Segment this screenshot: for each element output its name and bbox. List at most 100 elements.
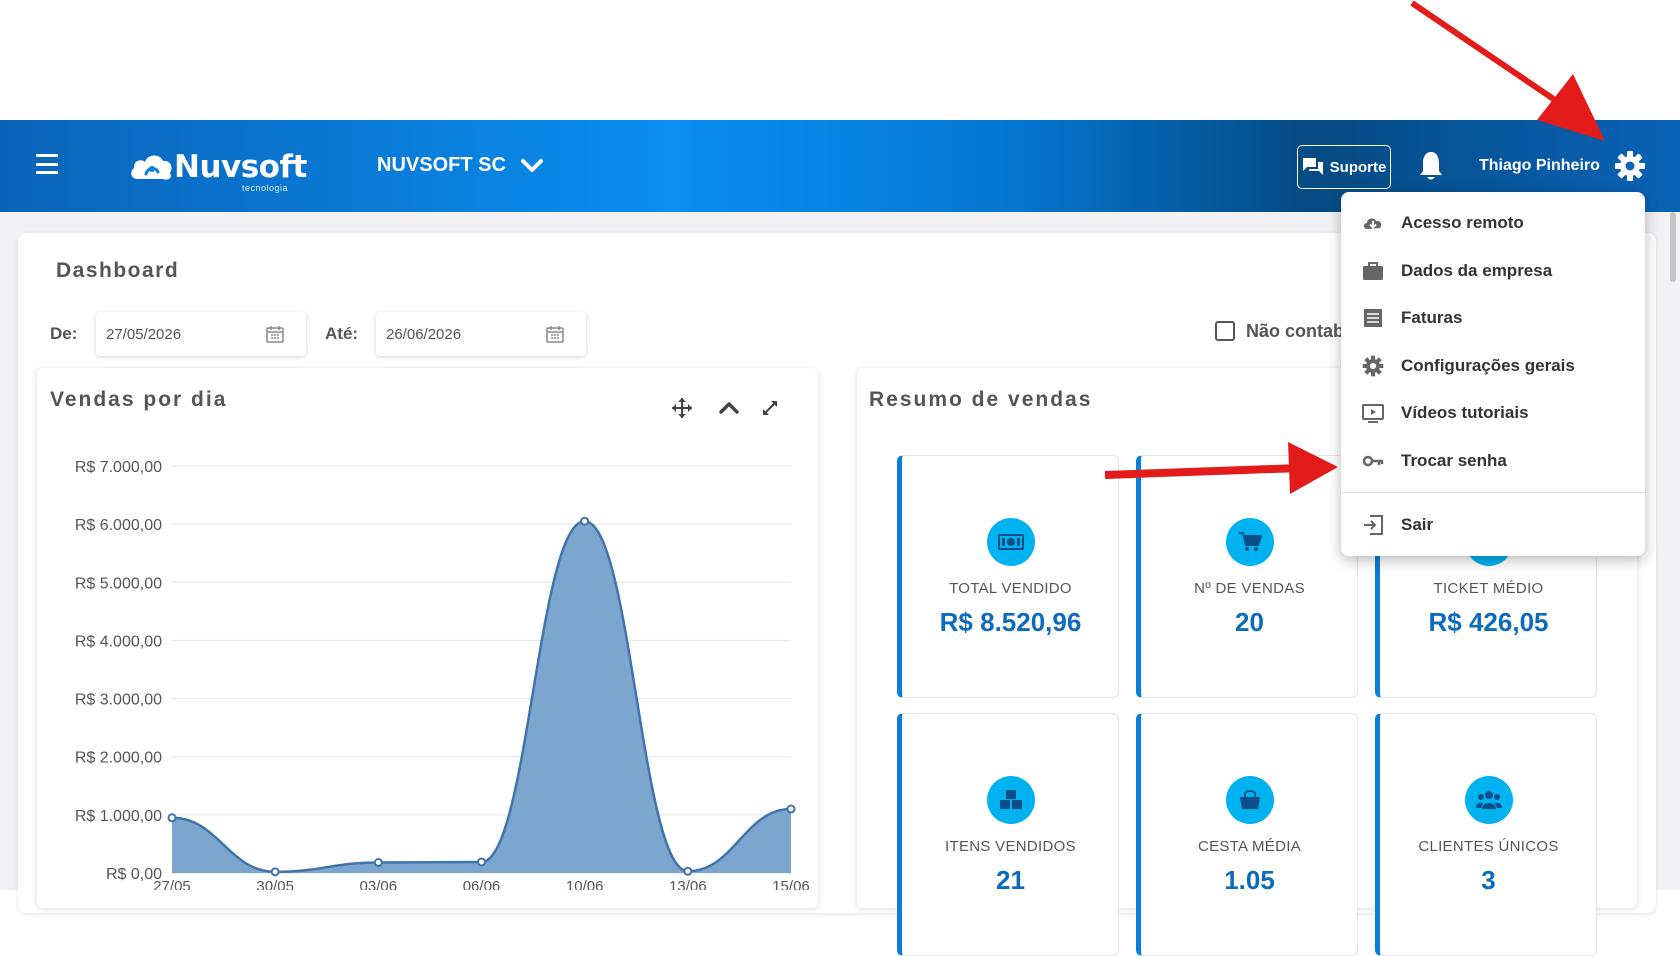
stat-label: CLIENTES ÚNICOS bbox=[1418, 838, 1559, 855]
company-name: NUVSOFT SC bbox=[377, 154, 506, 176]
menu-item-trocar-senha[interactable]: Trocar senha bbox=[1341, 441, 1645, 481]
gear-icon bbox=[1362, 355, 1384, 377]
x-tick-label: 10/06 bbox=[566, 878, 604, 890]
x-tick-label: 03/06 bbox=[360, 878, 398, 890]
stat-value: 20 bbox=[1235, 607, 1264, 637]
y-tick-label: R$ 1.000,00 bbox=[75, 808, 162, 825]
page-scrollbar[interactable] bbox=[1670, 212, 1676, 282]
stat-label: TOTAL VENDIDO bbox=[949, 580, 1072, 597]
users-icon bbox=[1465, 776, 1513, 824]
stat-value: R$ 426,05 bbox=[1428, 607, 1549, 637]
menu-item-label: Faturas bbox=[1401, 308, 1463, 327]
page-title: Dashboard bbox=[56, 259, 180, 282]
area-line bbox=[171, 519, 792, 874]
stat-label: CESTA MÉDIA bbox=[1197, 838, 1302, 855]
support-button[interactable]: Suporte bbox=[1297, 145, 1391, 189]
nao-contab-checkbox[interactable] bbox=[1215, 321, 1235, 341]
chat-icon bbox=[1302, 158, 1323, 175]
y-tick-label: R$ 6.000,00 bbox=[75, 517, 162, 534]
menu-item-faturas[interactable]: Faturas bbox=[1341, 298, 1645, 338]
stat-card-cesta-media[interactable]: CESTA MÉDIA 1.05 bbox=[1136, 713, 1358, 956]
y-tick-label: R$ 2.000,00 bbox=[75, 750, 162, 767]
x-tick-label: 15/06 bbox=[772, 878, 810, 890]
data-point bbox=[786, 804, 796, 814]
nuvsoft-logo[interactable]: Nuvsoft tecnologia bbox=[128, 142, 307, 193]
menu-item-label: Sair bbox=[1401, 515, 1434, 534]
stat-card-numero-vendas[interactable]: Nº DE VENDAS 20 bbox=[1136, 455, 1358, 698]
nao-contab-label: Não contab bbox=[1246, 321, 1345, 341]
from-date-label: De: bbox=[50, 324, 78, 343]
menu-item-sair[interactable]: Sair bbox=[1341, 505, 1645, 545]
menu-item-label: Acesso remoto bbox=[1401, 213, 1524, 232]
settings-gear-icon[interactable] bbox=[1614, 150, 1646, 182]
logo-text: Nuvsoft bbox=[174, 148, 307, 185]
stat-card-clientes-unicos[interactable]: CLIENTES ÚNICOS 3 bbox=[1375, 713, 1597, 956]
stat-label: TICKET MÉDIO bbox=[1433, 580, 1544, 597]
user-name[interactable]: Thiago Pinheiro bbox=[1479, 157, 1600, 175]
x-tick-label: 06/06 bbox=[463, 878, 501, 890]
cloud-logo-icon bbox=[131, 155, 172, 180]
from-date-input[interactable]: 27/05/2026 bbox=[96, 312, 306, 356]
stat-label: Nº DE VENDAS bbox=[1194, 580, 1305, 597]
hamburger-menu-icon[interactable] bbox=[36, 154, 58, 174]
cart-icon bbox=[1226, 518, 1274, 566]
x-tick-label: 30/05 bbox=[256, 878, 294, 890]
data-point bbox=[167, 813, 177, 823]
to-date-input[interactable]: 26/06/2026 bbox=[376, 312, 586, 356]
data-point bbox=[477, 857, 486, 867]
basket-icon bbox=[1226, 776, 1274, 824]
calendar-icon[interactable] bbox=[546, 325, 564, 343]
key-icon bbox=[1362, 455, 1384, 467]
stat-card-total-vendido[interactable]: TOTAL VENDIDO R$ 8.520,96 bbox=[897, 455, 1119, 698]
y-tick-label: R$ 4.000,00 bbox=[75, 633, 162, 650]
data-point bbox=[270, 867, 280, 877]
settings-dropdown-menu: Acesso remoto Dados da empresa Faturas C… bbox=[1341, 192, 1645, 556]
invoice-icon bbox=[1364, 309, 1382, 327]
y-tick-label: R$ 7.000,00 bbox=[75, 459, 162, 476]
stat-value: R$ 8.520,96 bbox=[939, 607, 1082, 637]
y-tick-label: R$ 3.000,00 bbox=[75, 692, 162, 709]
sales-chart-title: Vendas por dia bbox=[50, 388, 228, 411]
stat-value: 1.05 bbox=[1224, 865, 1275, 895]
chevron-down-icon bbox=[520, 158, 543, 172]
logo-subtext: tecnologia bbox=[242, 183, 289, 193]
data-point bbox=[683, 866, 693, 876]
cloud-download-icon bbox=[1364, 218, 1382, 229]
expand-icon[interactable] bbox=[759, 397, 781, 419]
stat-value: 3 bbox=[1481, 865, 1496, 895]
calendar-icon[interactable] bbox=[266, 325, 284, 343]
collapse-icon[interactable] bbox=[718, 397, 740, 419]
x-tick-label: 27/05 bbox=[153, 878, 191, 890]
to-date-label: Até: bbox=[325, 324, 359, 343]
area-fill bbox=[172, 521, 791, 873]
y-tick-label: R$ 5.000,00 bbox=[75, 575, 162, 592]
boxes-icon bbox=[987, 776, 1035, 824]
logout-icon bbox=[1364, 515, 1383, 535]
video-icon bbox=[1362, 404, 1384, 423]
support-label: Suporte bbox=[1329, 158, 1387, 176]
data-point bbox=[373, 858, 383, 868]
menu-item-configuracoes-gerais[interactable]: Configurações gerais bbox=[1341, 346, 1645, 386]
sales-area-chart: R$ 0,00R$ 1.000,00R$ 2.000,00R$ 3.000,00… bbox=[75, 459, 810, 890]
data-point bbox=[580, 516, 590, 526]
menu-divider bbox=[1341, 492, 1645, 493]
money-icon bbox=[987, 518, 1035, 566]
sales-summary-title: Resumo de vendas bbox=[869, 388, 1093, 411]
menu-item-dados-empresa[interactable]: Dados da empresa bbox=[1341, 251, 1645, 291]
move-icon[interactable] bbox=[671, 397, 693, 419]
x-tick-label: 13/06 bbox=[669, 878, 707, 890]
stat-label: ITENS VENDIDOS bbox=[945, 838, 1076, 855]
menu-item-label: Configurações gerais bbox=[1401, 356, 1575, 375]
menu-item-label: Vídeos tutoriais bbox=[1401, 403, 1529, 422]
stat-card-itens-vendidos[interactable]: ITENS VENDIDOS 21 bbox=[897, 713, 1119, 956]
menu-item-label: Dados da empresa bbox=[1401, 261, 1553, 280]
stat-value: 21 bbox=[996, 865, 1025, 895]
bell-icon[interactable] bbox=[1418, 150, 1444, 182]
menu-item-videos-tutoriais[interactable]: Vídeos tutoriais bbox=[1341, 393, 1645, 433]
briefcase-icon bbox=[1363, 262, 1383, 280]
from-date-value: 27/05/2026 bbox=[106, 325, 182, 343]
menu-item-label: Trocar senha bbox=[1401, 451, 1507, 470]
to-date-value: 26/06/2026 bbox=[386, 325, 462, 343]
company-selector[interactable]: NUVSOFT SC bbox=[377, 154, 544, 177]
menu-item-acesso-remoto[interactable]: Acesso remoto bbox=[1341, 203, 1645, 243]
